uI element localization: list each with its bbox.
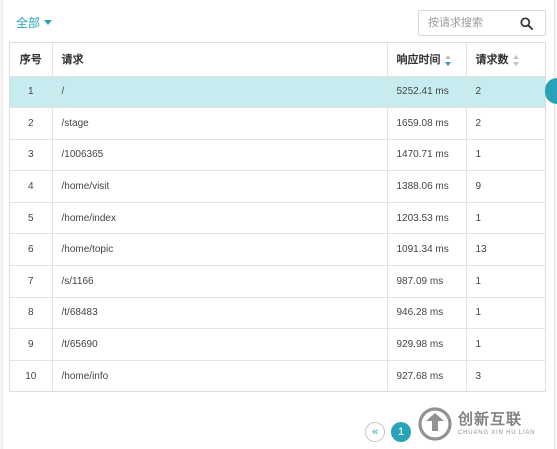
column-header-request: 请求 (52, 43, 388, 77)
watermark: 创新互联 CHUANG XIN HU LIAN (418, 398, 557, 449)
pagination-page-button[interactable]: 1 (391, 422, 411, 442)
cell-response-time: 1091.34 ms (387, 233, 467, 267)
sort-icon[interactable] (444, 54, 452, 66)
table-row[interactable]: 8/t/68483 946.28 ms 1 (10, 297, 545, 330)
column-header-request-count[interactable]: 请求数 (466, 43, 545, 77)
table-row[interactable]: 7/s/1166 987.09 ms 1 (10, 265, 545, 298)
watermark-pinyin: CHUANG XIN HU LIAN (458, 430, 536, 436)
cell-response-time: 1659.08 ms (387, 107, 467, 140)
cell-request-count: 2 (466, 107, 545, 140)
cell-response-time: 946.28 ms (387, 297, 467, 330)
watermark-name: 创新互联 (458, 411, 523, 428)
cell-response-time: 1470.71 ms (387, 139, 467, 172)
cell-response-time: 1203.53 ms (387, 202, 467, 235)
search-icon[interactable] (520, 17, 533, 30)
search-box[interactable] (418, 10, 546, 36)
table-row[interactable]: 2/stage 1659.08 ms 2 (10, 107, 545, 140)
watermark-logo (418, 406, 452, 441)
cell-request: /stage (52, 107, 388, 140)
cell-index: 1 (10, 76, 53, 109)
cell-request-count: 1 (466, 297, 545, 330)
cell-request: /s/1166 (52, 265, 388, 298)
cell-request: /home/topic (52, 233, 388, 267)
column-header-request-label: 请求 (61, 54, 84, 67)
cell-index: 9 (10, 328, 53, 361)
cell-response-time: 987.09 ms (387, 265, 467, 298)
cell-index: 4 (10, 170, 53, 203)
cell-request-count: 1 (466, 202, 545, 235)
cell-index: 7 (10, 265, 53, 298)
cell-response-time: 5252.41 ms (387, 76, 467, 109)
table-row[interactable]: 9/t/65690 929.98 ms 1 (10, 328, 545, 361)
cell-request-count: 13 (466, 233, 545, 267)
cell-response-time: 929.98 ms (387, 328, 467, 361)
column-header-response-time[interactable]: 响应时间 (387, 43, 467, 77)
table-header-row: 序号 请求 响应时间 请求数 (10, 43, 545, 77)
cell-request: /home/index (52, 202, 388, 235)
column-header-request-count-label: 请求数 (475, 54, 509, 67)
pagination-prev-button[interactable]: « (365, 422, 385, 442)
pagination: « 1 (365, 422, 411, 442)
cell-index: 8 (10, 297, 53, 330)
cell-request: / (52, 76, 388, 109)
cell-request-count: 1 (466, 265, 545, 298)
cell-index: 3 (10, 139, 53, 172)
sort-icon[interactable] (512, 54, 520, 66)
cell-request-count: 9 (466, 170, 545, 203)
table-row[interactable]: 4/home/visit 1388.06 ms 9 (10, 170, 545, 203)
search-input[interactable] (419, 12, 515, 34)
cell-request: /home/visit (52, 170, 388, 203)
column-header-response-time-label: 响应时间 (396, 54, 441, 67)
cell-request-count: 3 (475, 370, 482, 382)
filter-label: 全部 (16, 15, 41, 30)
filter-dropdown[interactable]: 全部 (16, 14, 53, 30)
cell-request-count: 1 (466, 328, 545, 361)
cell-index: 5 (10, 202, 53, 235)
cell-request: /home/info (52, 360, 388, 392)
table-row[interactable]: 3/1006365 1470.71 ms 1 (10, 139, 545, 172)
table-row[interactable]: 6/home/topic 1091.34 ms 13 (10, 233, 545, 267)
table-row[interactable]: 10/home/info 927.68 ms 3 (10, 360, 545, 392)
cell-response-time: 1388.06 ms (387, 170, 467, 203)
cell-request-count: 2 (466, 76, 545, 109)
cell-request: /1006365 (52, 139, 388, 172)
cell-request: /t/68483 (52, 297, 388, 330)
caret-down-icon (44, 19, 53, 25)
cell-request: /t/65690 (52, 328, 388, 361)
cell-response-time: 927.68 ms (387, 360, 467, 392)
cell-index: 10 (10, 360, 53, 392)
cell-index: 2 (10, 107, 53, 140)
column-header-index-label: 序号 (19, 54, 42, 67)
table-row[interactable]: 5/home/index 1203.53 ms 1 (10, 202, 545, 235)
column-header-index: 序号 (10, 43, 53, 77)
request-table: 序号 请求 响应时间 请求数 1/5252.41 ms 2 2/stage 1659.… (9, 42, 546, 392)
cell-index: 6 (10, 233, 53, 267)
table-row[interactable]: 1/5252.41 ms 2 (10, 76, 545, 109)
cell-request-count: 1 (466, 139, 545, 172)
